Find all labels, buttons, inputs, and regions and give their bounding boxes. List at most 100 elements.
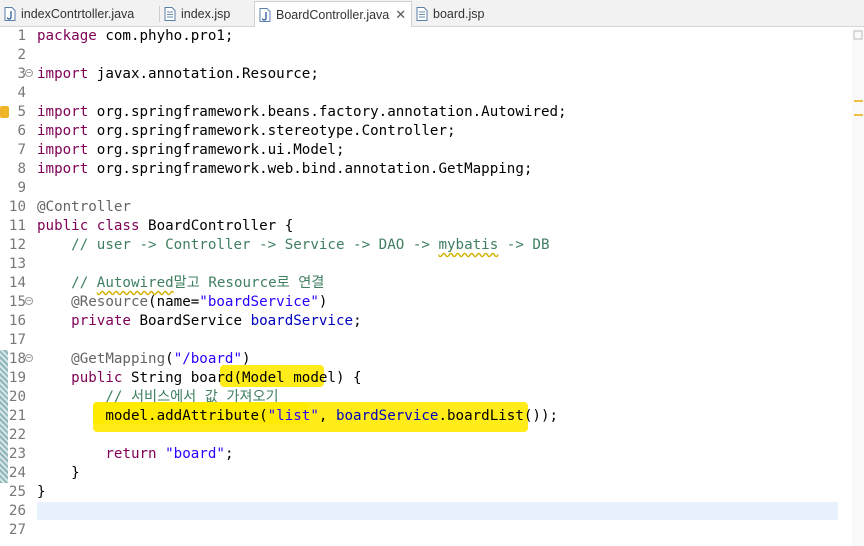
fold-toggle-icon[interactable]: − [25, 297, 33, 305]
fold-toggle-icon[interactable]: − [25, 354, 33, 362]
line-number: 26 [8, 503, 26, 519]
code-token: org.springframework.stereotype.Controlle… [88, 123, 456, 139]
code-line[interactable]: 1 package com.phyho.pro1; [0, 27, 838, 46]
overview-ruler-icon [853, 30, 863, 40]
code-token: String board(Model model) { [122, 370, 362, 386]
code-text: // user -> Controller -> Service -> DAO … [37, 236, 550, 255]
code-token: @GetMapping [71, 351, 166, 367]
code-line[interactable]: 8 import org.springframework.web.bind.ann… [0, 160, 838, 179]
code-editor[interactable]: 1 package com.phyho.pro1; 2 3− import javax.… [0, 28, 864, 546]
code-line[interactable]: 14 // Autowired말고 Resource로 연결 [0, 274, 838, 293]
code-token: public [71, 370, 123, 386]
code-token: ( [165, 351, 174, 367]
warning-marker[interactable] [854, 100, 863, 102]
code-token: ) [242, 351, 251, 367]
editor-tab-boardcontroller-java[interactable]: BoardController.java ✕ [254, 1, 412, 27]
line-number: 13 [8, 256, 26, 272]
code-text: } [37, 464, 80, 483]
line-number: 3 [17, 66, 26, 82]
code-line[interactable]: 22 [0, 426, 838, 445]
close-tab-icon[interactable]: ✕ [395, 8, 406, 21]
code-token: package [37, 28, 97, 44]
fold-toggle-icon[interactable]: − [25, 69, 33, 77]
code-line[interactable]: 4 [0, 84, 838, 103]
line-number: 10 [8, 199, 26, 215]
warning-marker[interactable] [854, 114, 863, 116]
line-number: 15 [8, 294, 26, 310]
code-token: import [37, 104, 89, 120]
code-line[interactable]: 20 // 서비스에서 값 가져오기 [0, 388, 838, 407]
editor-tab-label: indexContrtoller.java [21, 7, 135, 21]
code-token: mybatis [438, 237, 499, 253]
code-token: -> DB [498, 237, 550, 253]
code-line[interactable]: 23 return "board"; [0, 445, 838, 464]
code-token: import [37, 142, 89, 158]
code-line[interactable]: 7 import org.springframework.ui.Model; [0, 141, 838, 160]
code-token: BoardController { [139, 218, 294, 234]
code-line[interactable]: 27 [0, 521, 838, 540]
code-text: public String board(Model model) { [37, 369, 362, 388]
code-token: org.springframework.ui.Model; [88, 142, 345, 158]
code-token: boardService [250, 313, 354, 329]
overview-ruler[interactable] [852, 28, 864, 546]
code-line[interactable]: 25} [0, 483, 838, 502]
code-text: import org.springframework.stereotype.Co… [37, 122, 456, 141]
line-number: 25 [8, 484, 26, 500]
code-token: // 서비스에서 값 가져오기 [105, 389, 279, 405]
code-line[interactable]: 11 public class BoardController { [0, 217, 838, 236]
code-token: com.phyho.pro1; [96, 28, 234, 44]
code-line[interactable]: 21 model.addAttribute("list", boardServi… [0, 407, 838, 426]
code-line[interactable]: 13 [0, 255, 838, 274]
code-token: import [37, 123, 89, 139]
code-text: // 서비스에서 값 가져오기 [37, 388, 279, 407]
code-token: org.springframework.beans.factory.annota… [88, 104, 567, 120]
code-line[interactable]: 24 } [0, 464, 838, 483]
code-token: "board" [165, 446, 225, 462]
editor-tab-board-jsp[interactable]: board.jsp [412, 1, 506, 27]
code-line[interactable]: 3− import javax.annotation.Resource; [0, 65, 838, 84]
code-line[interactable]: 10 @Controller [0, 198, 838, 217]
code-token: public [37, 218, 89, 234]
code-line[interactable]: 19 public String board(Model model) { [0, 369, 838, 388]
code-token: "/board" [173, 351, 243, 367]
code-token: boardService [335, 408, 439, 424]
line-number: 1 [17, 28, 26, 44]
editor-tab-index-jsp[interactable]: index.jsp [160, 1, 254, 27]
code-line[interactable]: 2 [0, 46, 838, 65]
code-line[interactable]: 16 private BoardService boardService; [0, 312, 838, 331]
editor-tab-indexcontrtoller-java[interactable]: indexContrtoller.java [0, 1, 160, 27]
code-line[interactable]: 6 import org.springframework.stereotype.C… [0, 122, 838, 141]
code-text: import org.springframework.web.bind.anno… [37, 160, 532, 179]
code-line[interactable]: 5 import org.springframework.beans.factor… [0, 103, 838, 122]
code-line[interactable]: 12 // user -> Controller -> Service -> D… [0, 236, 838, 255]
line-number: 21 [8, 408, 26, 424]
code-token: "boardService" [199, 294, 319, 310]
code-text: @GetMapping("/board") [37, 350, 251, 369]
code-text: package com.phyho.pro1; [37, 27, 233, 46]
code-token: "list" [267, 408, 319, 424]
code-line[interactable]: 15− @Resource(name="boardService") [0, 293, 838, 312]
code-token: private [71, 313, 131, 329]
line-number: 14 [8, 275, 26, 291]
line-number: 8 [17, 161, 26, 177]
code-line[interactable]: 9 [0, 179, 838, 198]
code-line[interactable]: 17 [0, 331, 838, 350]
code-line[interactable]: 18− @GetMapping("/board") [0, 350, 838, 369]
jsp-file-icon [164, 7, 176, 21]
editor-tab-label: BoardController.java [276, 7, 390, 22]
line-number: 18 [8, 351, 26, 367]
code-text: } [37, 483, 46, 502]
code-text: public class BoardController { [37, 217, 293, 236]
code-token: @Resource [71, 294, 149, 310]
code-token: model.addAttribute( [37, 408, 268, 424]
code-line[interactable]: 26 [0, 502, 838, 521]
code-text: // Autowired말고 Resource로 연결 [37, 274, 324, 293]
code-text: model.addAttribute("list", boardService.… [37, 407, 558, 426]
warning-icon[interactable] [0, 106, 9, 118]
line-number: 23 [8, 446, 26, 462]
